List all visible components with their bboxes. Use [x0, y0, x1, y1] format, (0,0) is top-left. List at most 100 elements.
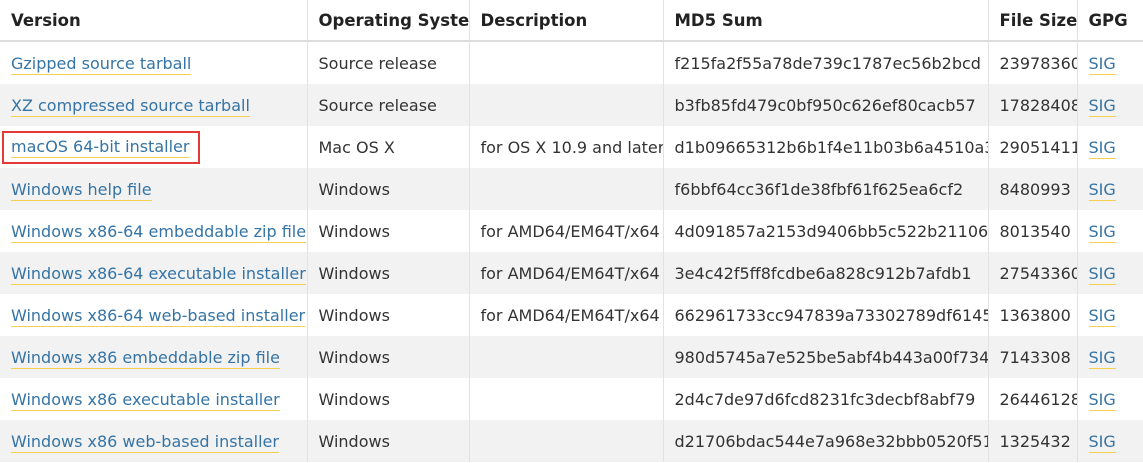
md5-cell: b3fb85fd479c0bf950c626ef80cacb57	[663, 84, 989, 126]
version-cell: Windows x86 web-based installer	[0, 420, 308, 462]
md5-cell: 980d5745a7e525be5abf4b443a00f734	[663, 336, 989, 378]
sig-link[interactable]: SIG	[1088, 137, 1116, 159]
files-table: Version Operating System Description MD5…	[0, 0, 1143, 462]
download-link[interactable]: Windows x86 executable installer	[11, 389, 280, 411]
download-link[interactable]: Windows x86-64 executable installer	[11, 263, 306, 285]
download-link[interactable]: Windows help file	[11, 179, 152, 201]
size-cell: 29051411	[988, 126, 1078, 168]
description-cell	[469, 378, 664, 420]
size-cell: 27543360	[988, 252, 1078, 294]
sig-link[interactable]: SIG	[1088, 347, 1116, 369]
version-cell: Windows help file	[0, 168, 308, 210]
sig-link[interactable]: SIG	[1088, 221, 1116, 243]
version-cell: macOS 64-bit installer	[0, 126, 308, 168]
description-cell	[469, 41, 664, 84]
size-cell: 17828408	[988, 84, 1078, 126]
sig-link[interactable]: SIG	[1088, 431, 1116, 453]
table-row: Gzipped source tarball Source release f215…	[0, 41, 1143, 84]
sig-link[interactable]: SIG	[1088, 263, 1116, 285]
gpg-cell: SIG	[1077, 336, 1143, 378]
gpg-cell: SIG	[1077, 210, 1143, 252]
download-link[interactable]: Gzipped source tarball	[11, 53, 192, 75]
version-cell: Windows x86 embeddable zip file	[0, 336, 308, 378]
size-cell: 23978360	[988, 41, 1078, 84]
md5-cell: d21706bdac544e7a968e32bbb0520f51	[663, 420, 989, 462]
gpg-cell: SIG	[1077, 84, 1143, 126]
table-row: Windows x86-64 executable installer Windo…	[0, 252, 1143, 294]
os-cell: Mac OS X	[307, 126, 470, 168]
download-link[interactable]: Windows x86 embeddable zip file	[11, 347, 280, 369]
md5-cell: 3e4c42f5ff8fcdbe6a828c912b7afdb1	[663, 252, 989, 294]
table-row: macOS 64-bit installer Mac OS Xfor OS X 1…	[0, 126, 1143, 168]
table-row: Windows x86 embeddable zip file Windows 98…	[0, 336, 1143, 378]
md5-cell: 4d091857a2153d9406bb5c522b211061	[663, 210, 989, 252]
download-link[interactable]: Windows x86 web-based installer	[11, 431, 279, 453]
description-cell	[469, 420, 664, 462]
version-cell: Gzipped source tarball	[0, 41, 308, 84]
download-link[interactable]: Windows x86-64 web-based installer	[11, 305, 306, 327]
sig-link[interactable]: SIG	[1088, 179, 1116, 201]
header-version: Version	[0, 0, 308, 42]
os-cell: Windows	[307, 210, 470, 252]
header-gpg: GPG	[1077, 0, 1143, 42]
gpg-cell: SIG	[1077, 252, 1143, 294]
header-row: Version Operating System Description MD5…	[0, 0, 1143, 42]
version-cell: XZ compressed source tarball	[0, 84, 308, 126]
os-cell: Windows	[307, 252, 470, 294]
sig-link[interactable]: SIG	[1088, 305, 1116, 327]
table-row: Windows x86-64 web-based installer Window…	[0, 294, 1143, 336]
md5-cell: 2d4c7de97d6fcd8231fc3decbf8abf79	[663, 378, 989, 420]
os-cell: Source release	[307, 84, 470, 126]
os-cell: Windows	[307, 378, 470, 420]
table-body: Gzipped source tarball Source release f215…	[0, 41, 1143, 462]
md5-cell: f215fa2f55a78de739c1787ec56b2bcd	[663, 41, 989, 84]
gpg-cell: SIG	[1077, 41, 1143, 84]
gpg-cell: SIG	[1077, 126, 1143, 168]
md5-cell: 662961733cc947839a73302789df6145	[663, 294, 989, 336]
description-cell: for AMD64/EM64T/x64	[469, 210, 664, 252]
download-link[interactable]: XZ compressed source tarball	[11, 95, 250, 117]
gpg-cell: SIG	[1077, 168, 1143, 210]
gpg-cell: SIG	[1077, 294, 1143, 336]
table-row: Windows help file Windows f6bbf64cc36f1de3…	[0, 168, 1143, 210]
sig-link[interactable]: SIG	[1088, 95, 1116, 117]
download-link[interactable]: Windows x86-64 embeddable zip file	[11, 221, 306, 243]
size-cell: 7143308	[988, 336, 1078, 378]
table-row: Windows x86 web-based installer Windows d2…	[0, 420, 1143, 462]
size-cell: 8480993	[988, 168, 1078, 210]
version-cell: Windows x86 executable installer	[0, 378, 308, 420]
header-operating-system: Operating System	[307, 0, 470, 42]
sig-link[interactable]: SIG	[1088, 53, 1116, 75]
description-cell: for OS X 10.9 and later	[469, 126, 664, 168]
description-cell: for AMD64/EM64T/x64	[469, 252, 664, 294]
table-header: Version Operating System Description MD5…	[0, 0, 1143, 42]
gpg-cell: SIG	[1077, 420, 1143, 462]
os-cell: Windows	[307, 168, 470, 210]
version-cell: Windows x86-64 executable installer	[0, 252, 308, 294]
os-cell: Windows	[307, 294, 470, 336]
sig-link[interactable]: SIG	[1088, 389, 1116, 411]
description-cell: for AMD64/EM64T/x64	[469, 294, 664, 336]
size-cell: 26446128	[988, 378, 1078, 420]
md5-cell: d1b09665312b6b1f4e11b03b6a4510a3	[663, 126, 989, 168]
gpg-cell: SIG	[1077, 378, 1143, 420]
download-link[interactable]: macOS 64-bit installer	[11, 136, 190, 158]
table-row: XZ compressed source tarball Source relea…	[0, 84, 1143, 126]
size-cell: 8013540	[988, 210, 1078, 252]
size-cell: 1325432	[988, 420, 1078, 462]
header-file-size: File Size	[988, 0, 1078, 42]
header-md5-sum: MD5 Sum	[663, 0, 989, 42]
size-cell: 1363800	[988, 294, 1078, 336]
description-cell	[469, 168, 664, 210]
description-cell	[469, 84, 664, 126]
os-cell: Source release	[307, 41, 470, 84]
table-row: Windows x86-64 embeddable zip file Window…	[0, 210, 1143, 252]
header-description: Description	[469, 0, 664, 42]
highlight-box: macOS 64-bit installer	[2, 130, 201, 164]
version-cell: Windows x86-64 embeddable zip file	[0, 210, 308, 252]
version-cell: Windows x86-64 web-based installer	[0, 294, 308, 336]
os-cell: Windows	[307, 336, 470, 378]
description-cell	[469, 336, 664, 378]
os-cell: Windows	[307, 420, 470, 462]
md5-cell: f6bbf64cc36f1de38fbf61f625ea6cf2	[663, 168, 989, 210]
